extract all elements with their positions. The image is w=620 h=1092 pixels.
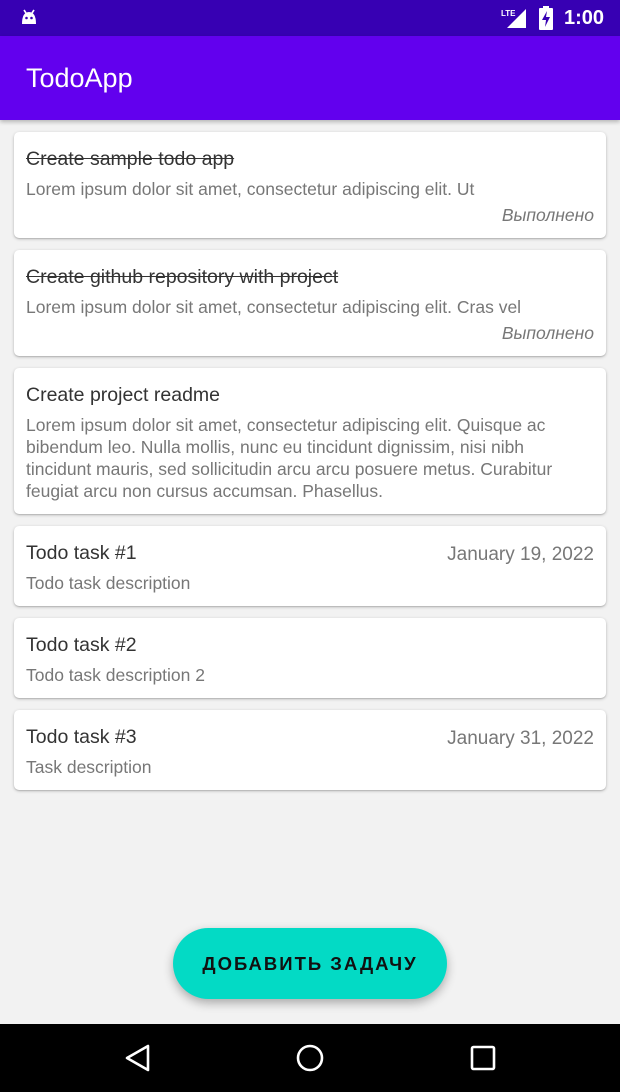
home-icon[interactable]: [293, 1041, 327, 1075]
app-bar: TodoApp: [0, 36, 620, 120]
add-task-button[interactable]: ДОБАВИТЬ ЗАДАЧУ: [173, 928, 447, 999]
task-status: Выполнено: [501, 323, 594, 343]
task-card[interactable]: Todo task #2 Todo task description 2: [14, 618, 606, 698]
lte-signal-icon: LTE: [501, 9, 526, 28]
battery-charging-icon: [539, 6, 553, 30]
task-description: Lorem ipsum dolor sit amet, consectetur …: [26, 297, 522, 317]
task-description: Lorem ipsum dolor sit amet, consectetur …: [26, 415, 553, 501]
task-description: Todo task description 2: [26, 665, 205, 685]
task-title: Create sample todo app: [26, 148, 235, 170]
task-card[interactable]: Create sample todo app Lorem ipsum dolor…: [14, 132, 606, 238]
app-title: TodoApp: [26, 63, 133, 93]
navigation-bar: [0, 1024, 620, 1092]
status-bar: LTE 1:00: [0, 0, 620, 36]
task-title: Create project readme: [26, 384, 221, 406]
task-description: Lorem ipsum dolor sit amet, consectetur …: [26, 179, 475, 199]
task-description: Task description: [26, 757, 152, 777]
back-icon[interactable]: [121, 1041, 155, 1075]
task-date: January 31, 2022: [447, 728, 594, 749]
android-icon: [22, 9, 36, 24]
task-title: Create github repository with project: [26, 266, 339, 288]
task-title: Todo task #2: [26, 634, 137, 656]
recents-icon[interactable]: [466, 1041, 500, 1075]
status-time: 1:00: [564, 7, 605, 29]
network-label: LTE: [501, 9, 516, 18]
task-status: Выполнено: [501, 205, 594, 225]
task-card[interactable]: Todo task #1 January 19, 2022 Todo task …: [14, 526, 606, 606]
task-card[interactable]: Create github repository with project Lo…: [14, 250, 606, 356]
task-description: Todo task description: [26, 573, 191, 593]
task-list: Create sample todo app Lorem ipsum dolor…: [14, 132, 606, 802]
task-card[interactable]: Create project readme Lorem ipsum dolor …: [14, 368, 606, 514]
task-card[interactable]: Todo task #3 January 31, 2022 Task descr…: [14, 710, 606, 790]
task-date: January 19, 2022: [447, 544, 594, 565]
